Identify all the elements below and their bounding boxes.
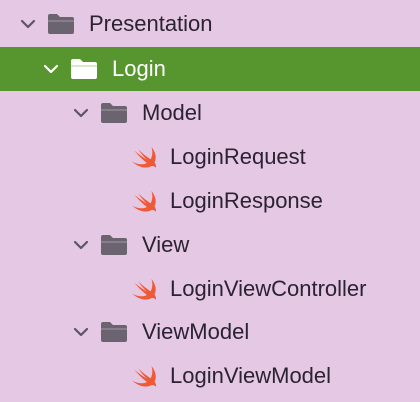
folder-icon xyxy=(99,101,129,125)
swift-file-icon xyxy=(129,363,159,389)
tree-item-presentation[interactable]: Presentation xyxy=(0,2,420,46)
tree-item-label: ViewModel xyxy=(142,319,250,344)
tree-item-label: LoginViewController xyxy=(170,276,367,301)
chevron-down-icon[interactable] xyxy=(73,324,89,340)
tree-item-label: Model xyxy=(142,100,202,125)
tree-item-model[interactable]: Model xyxy=(0,91,420,135)
tree-item-login-view-controller[interactable]: LoginViewController xyxy=(0,267,420,311)
tree-item-label: Login xyxy=(112,56,166,81)
folder-icon xyxy=(69,57,99,81)
tree-item-label: LoginResponse xyxy=(170,188,323,213)
tree-item-label: Presentation xyxy=(89,11,213,36)
swift-file-icon xyxy=(129,188,159,214)
folder-icon xyxy=(46,12,76,36)
folder-icon xyxy=(99,233,129,257)
tree-item-label: LoginRequest xyxy=(170,144,306,169)
chevron-down-icon[interactable] xyxy=(20,16,36,32)
tree-item-label: View xyxy=(142,232,190,257)
tree-item-view[interactable]: View xyxy=(0,223,420,267)
tree-item-view-model[interactable]: ViewModel xyxy=(0,310,420,354)
project-navigator-tree: Presentation Login Model LoginRequest Lo… xyxy=(0,0,420,402)
chevron-down-icon[interactable] xyxy=(73,237,89,253)
tree-item-login-view-model[interactable]: LoginViewModel xyxy=(0,354,420,398)
chevron-down-icon[interactable] xyxy=(43,61,59,77)
tree-item-label: LoginViewModel xyxy=(170,363,332,388)
swift-file-icon xyxy=(129,144,159,170)
chevron-down-icon[interactable] xyxy=(73,105,89,121)
swift-file-icon xyxy=(129,276,159,302)
tree-item-login-request[interactable]: LoginRequest xyxy=(0,135,420,179)
tree-item-login-response[interactable]: LoginResponse xyxy=(0,179,420,223)
folder-icon xyxy=(99,320,129,344)
tree-item-login[interactable]: Login xyxy=(0,47,420,91)
